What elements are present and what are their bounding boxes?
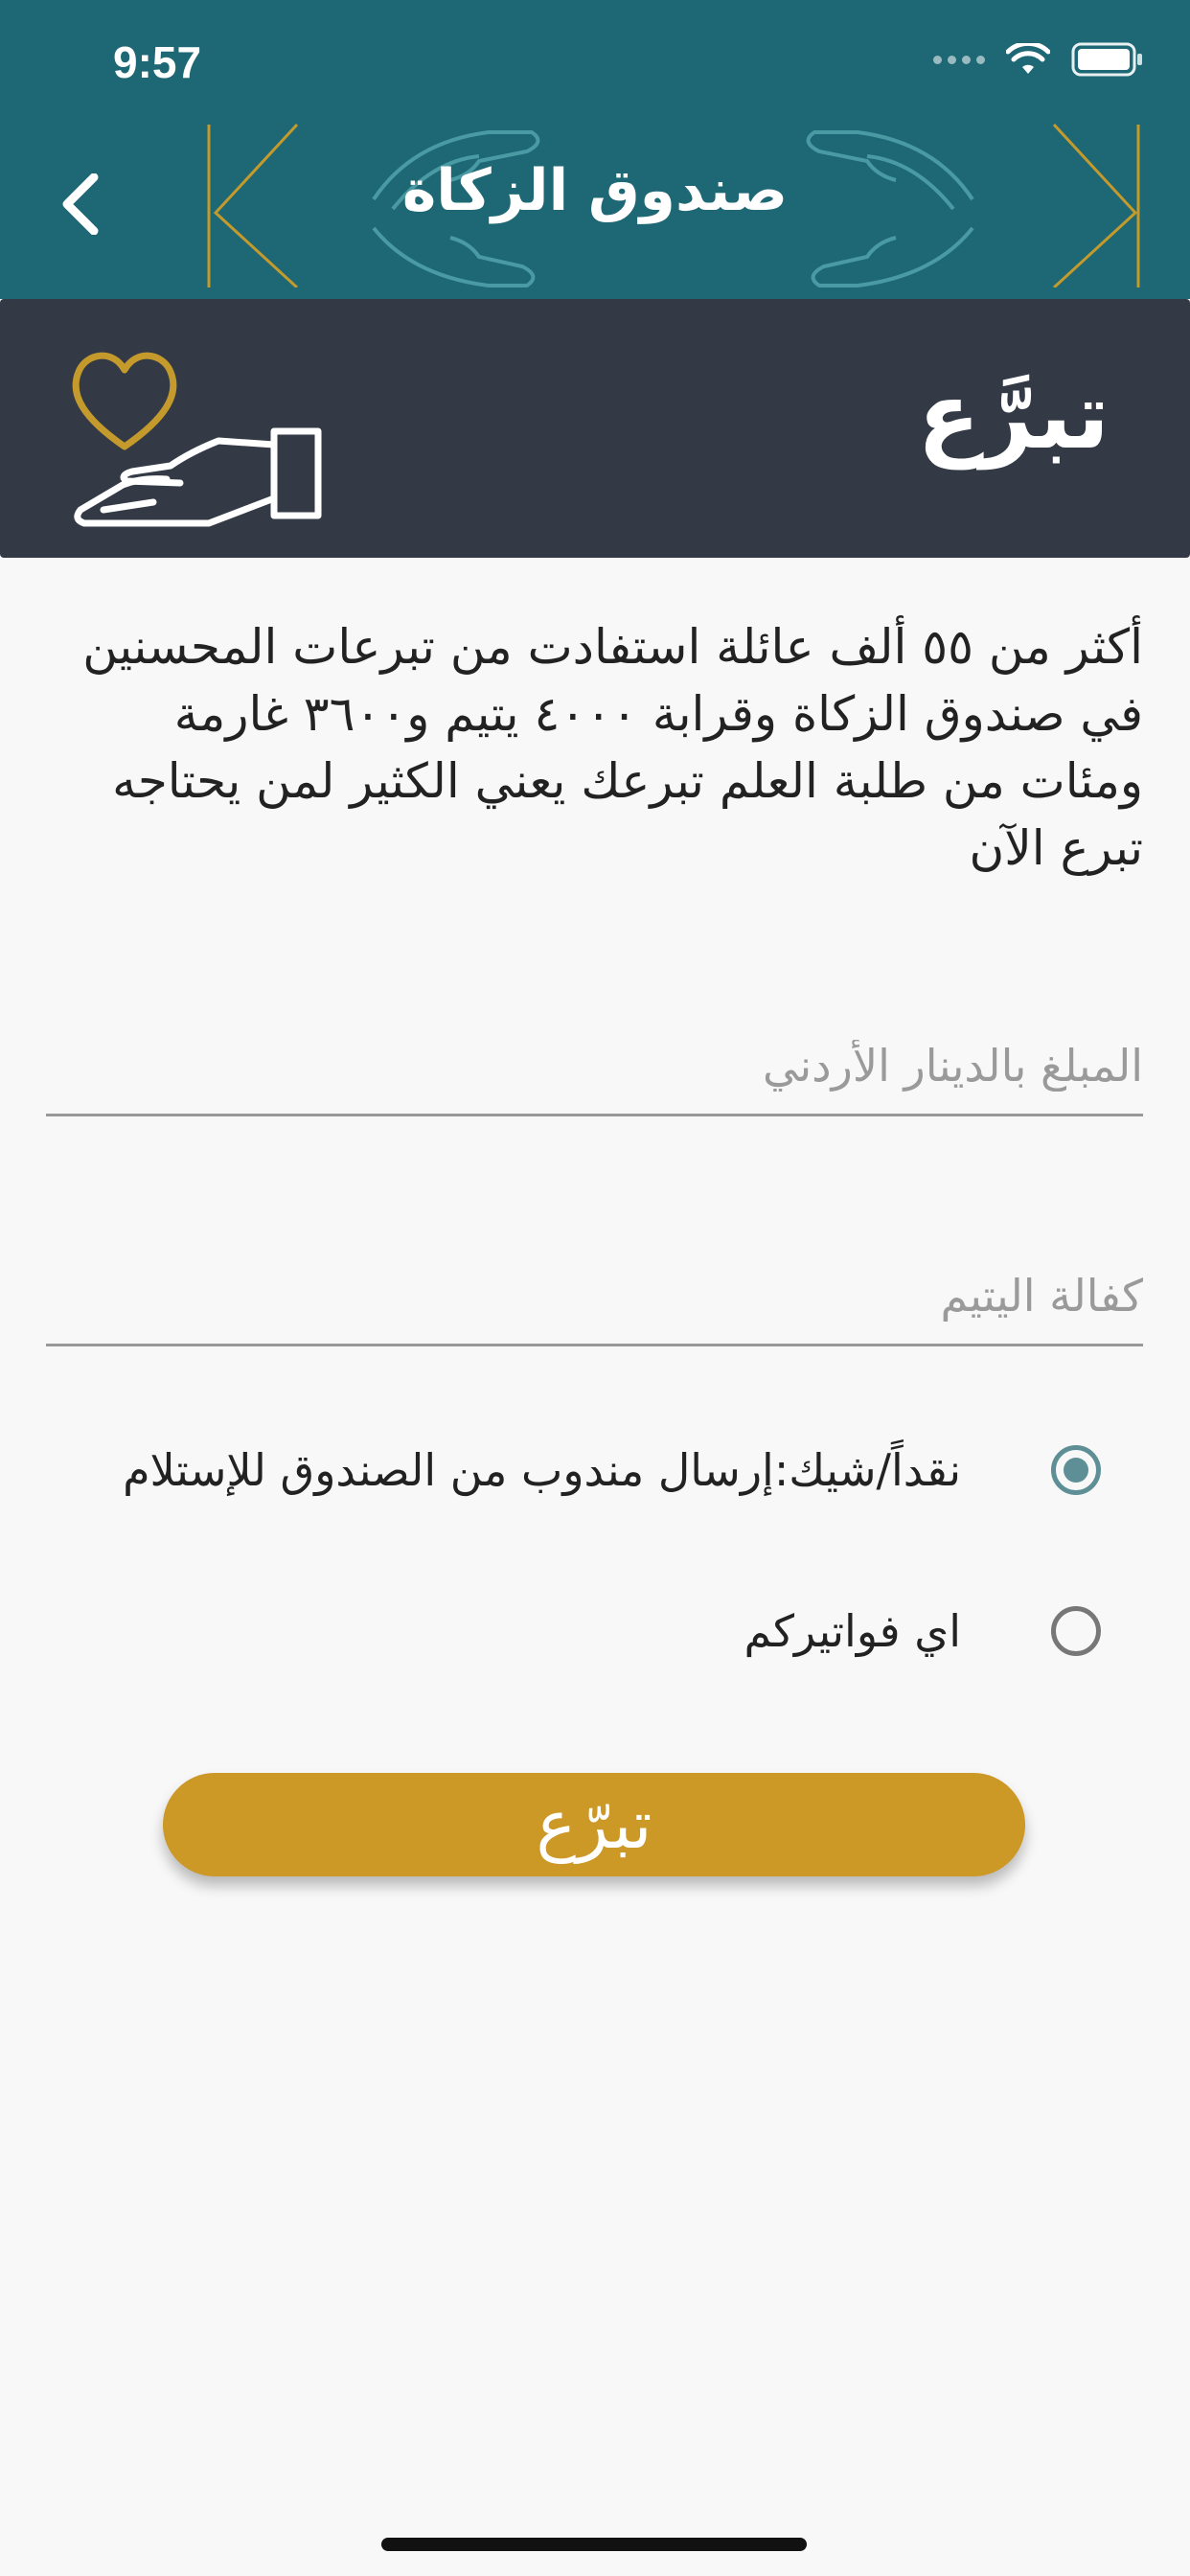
donate-banner: تبرَّع (0, 299, 1190, 558)
status-time: 9:57 (113, 37, 202, 87)
category-field[interactable] (46, 1248, 1143, 1346)
wifi-icon (1006, 43, 1050, 74)
radio-bills[interactable] (1051, 1606, 1101, 1656)
radio-cash[interactable] (1051, 1445, 1101, 1495)
heart-hand-icon (72, 352, 322, 527)
donate-button[interactable]: تبرّع (163, 1773, 1025, 1876)
nav-title: صندوق الزكاة (401, 157, 789, 224)
amount-field[interactable] (46, 1018, 1143, 1116)
category-input[interactable] (46, 1248, 1143, 1344)
amount-input[interactable] (46, 1018, 1143, 1114)
payment-option-cash[interactable]: نقداً/شيك:إرسال مندوب من الصندوق للإستلا… (46, 1422, 1143, 1518)
banner-title: تبرَّع (917, 362, 1110, 470)
signal-icon (933, 55, 985, 64)
donation-description: أكثر من ٥٥ ألف عائلة استفادت من تبرعات ا… (82, 619, 1143, 876)
payment-option-bills[interactable]: اي فواتيركم (46, 1583, 1143, 1679)
header: 9:57 صندوق الزكاة (0, 0, 1190, 299)
status-icons (933, 42, 1144, 77)
home-indicator[interactable] (381, 2538, 807, 2551)
radio-label-cash: نقداً/شيك:إرسال مندوب من الصندوق للإستلا… (123, 1444, 961, 1496)
battery-icon (1071, 42, 1142, 77)
radio-label-bills: اي فواتيركم (744, 1605, 961, 1657)
